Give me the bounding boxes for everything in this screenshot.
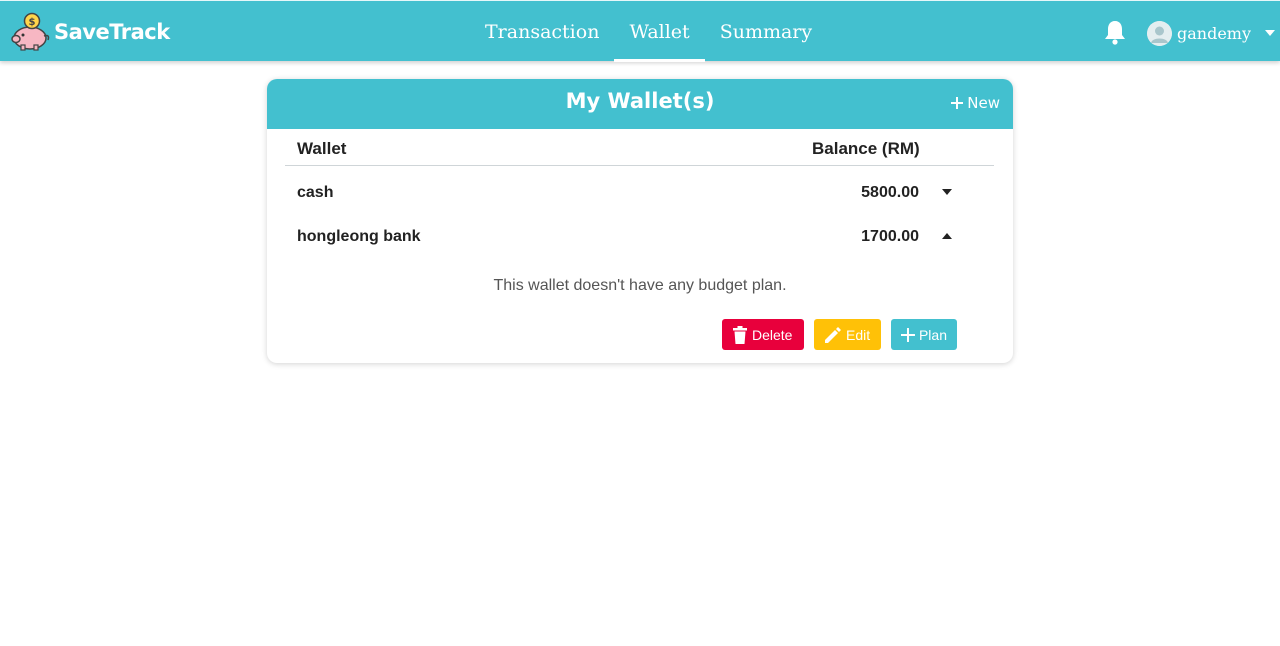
new-wallet-label: New bbox=[967, 94, 1000, 112]
tab-transaction[interactable]: Transaction bbox=[470, 1, 614, 62]
tab-summary[interactable]: Summary bbox=[705, 1, 827, 62]
plan-label: Plan bbox=[918, 326, 947, 343]
plus-icon bbox=[951, 97, 964, 109]
app-name: SaveTrack bbox=[54, 20, 170, 44]
main-nav: Transaction Wallet Summary bbox=[470, 1, 827, 62]
wallet-card: My Wallet(s) New Wallet Balance (RM) cas… bbox=[267, 79, 1013, 363]
caret-down-icon[interactable] bbox=[942, 189, 952, 195]
table-header: Wallet Balance (RM) bbox=[285, 129, 994, 166]
column-header-wallet: Wallet bbox=[297, 139, 347, 158]
edit-button[interactable]: Edit bbox=[814, 319, 881, 350]
app-logo[interactable]: $ SaveTrack bbox=[10, 12, 170, 52]
caret-up-icon[interactable] bbox=[942, 233, 952, 239]
card-title: My Wallet(s) bbox=[565, 89, 715, 113]
card-header: My Wallet(s) New bbox=[267, 79, 1013, 129]
wallet-balance: 5800.00 bbox=[861, 184, 919, 201]
top-navbar: $ SaveTrack Transaction Wallet Summary g… bbox=[0, 0, 1280, 62]
plus-icon bbox=[901, 327, 915, 342]
svg-text:$: $ bbox=[29, 17, 36, 28]
caret-down-icon[interactable] bbox=[1265, 30, 1276, 36]
delete-label: Delete bbox=[752, 326, 793, 343]
trash-icon bbox=[733, 325, 747, 344]
tab-wallet[interactable]: Wallet bbox=[614, 1, 705, 62]
new-wallet-button[interactable]: New bbox=[950, 94, 1000, 112]
user-avatar-icon bbox=[1147, 20, 1172, 46]
edit-label: Edit bbox=[846, 326, 871, 343]
user-menu[interactable]: gandemy bbox=[1147, 20, 1276, 46]
column-header-balance: Balance (RM) bbox=[812, 139, 920, 158]
bell-icon[interactable] bbox=[1103, 19, 1127, 45]
table-row[interactable]: cash 5800.00 bbox=[285, 172, 994, 212]
wallet-name: hongleong bank bbox=[297, 228, 421, 245]
username: gandemy bbox=[1177, 23, 1252, 43]
table-row[interactable]: hongleong bank 1700.00 bbox=[285, 216, 994, 256]
pencil-icon bbox=[825, 326, 841, 343]
delete-button[interactable]: Delete bbox=[722, 319, 804, 350]
piggy-bank-icon: $ bbox=[11, 12, 50, 51]
wallet-name: cash bbox=[297, 184, 334, 201]
wallet-balance: 1700.00 bbox=[861, 228, 919, 245]
no-budget-message: This wallet doesn't have any budget plan… bbox=[493, 277, 787, 294]
add-plan-button[interactable]: Plan bbox=[891, 319, 957, 350]
